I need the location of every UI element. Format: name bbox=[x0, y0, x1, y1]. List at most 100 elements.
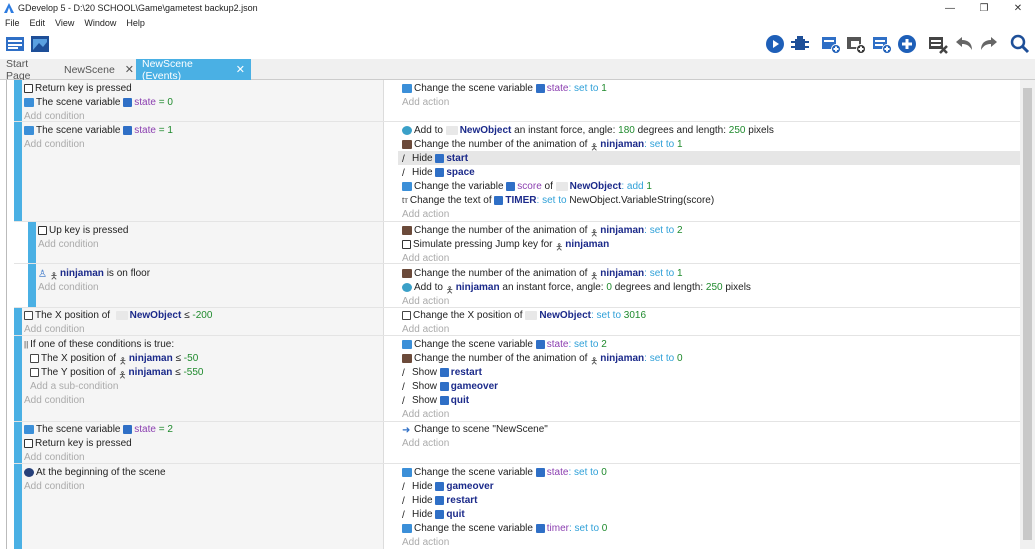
search-button[interactable] bbox=[1009, 33, 1031, 55]
debugger-button[interactable] bbox=[789, 33, 811, 55]
tab-newscene-events[interactable]: NewScene (Events) ✕ bbox=[136, 58, 251, 82]
action[interactable]: / Show quit bbox=[402, 393, 469, 407]
close-tab-icon[interactable]: ✕ bbox=[236, 63, 245, 76]
menu-file[interactable]: File bbox=[0, 18, 25, 28]
event-4-subevent[interactable]: ♙ 🯅 ninjaman is on floor Add condition Cha… bbox=[14, 264, 1034, 308]
add-event-button[interactable] bbox=[820, 33, 842, 55]
keyboard-icon bbox=[24, 83, 33, 93]
condition[interactable]: The scene variable state = 1 bbox=[24, 123, 173, 137]
close-button[interactable]: ✕ bbox=[1001, 0, 1035, 16]
add-comment-button[interactable] bbox=[871, 33, 893, 55]
add-action-button[interactable]: Add action bbox=[402, 95, 449, 109]
event-3-subevent[interactable]: Up key is pressed Add condition Change t… bbox=[14, 222, 1034, 265]
action[interactable]: / Show restart bbox=[402, 365, 482, 379]
action[interactable]: ➜ Change to scene "NewScene" bbox=[402, 422, 548, 436]
add-condition-button[interactable]: Add condition bbox=[38, 237, 99, 251]
or-condition[interactable]: || If one of these conditions is true: bbox=[24, 337, 174, 351]
action[interactable]: Change the scene variable state: set to … bbox=[402, 337, 607, 351]
add-action-button[interactable]: Add action bbox=[402, 535, 449, 549]
event-bar[interactable] bbox=[14, 122, 22, 221]
event-2[interactable]: The scene variable state = 1 Add conditi… bbox=[14, 122, 1034, 222]
event-bar[interactable] bbox=[28, 264, 36, 307]
add-other-button[interactable] bbox=[896, 33, 918, 55]
add-condition-button[interactable]: Add condition bbox=[24, 109, 85, 123]
add-action-button[interactable]: Add action bbox=[402, 436, 449, 450]
action[interactable]: Simulate pressing Jump key for 🯅 ninjaman bbox=[402, 237, 609, 252]
action[interactable]: Change the number of the animation of 🯅 n… bbox=[402, 223, 683, 238]
tab-newscene[interactable]: NewScene ✕ bbox=[58, 59, 136, 80]
menu-edit[interactable]: Edit bbox=[25, 18, 51, 28]
action[interactable]: / Show gameover bbox=[402, 379, 498, 393]
action[interactable]: Change the number of the animation of 🯅 n… bbox=[402, 137, 683, 152]
event-bar[interactable] bbox=[14, 80, 22, 121]
menu-view[interactable]: View bbox=[50, 18, 79, 28]
sub-condition[interactable]: The X position of 🯅 ninjaman ≤ -50 bbox=[30, 351, 198, 366]
condition[interactable]: Return key is pressed bbox=[24, 436, 132, 450]
add-condition-button[interactable]: Add condition bbox=[24, 137, 85, 151]
or-icon: || bbox=[24, 339, 29, 349]
event-bar[interactable] bbox=[28, 222, 36, 263]
event-7[interactable]: The scene variable state = 2 Return key … bbox=[14, 422, 1034, 464]
condition[interactable]: At the beginning of the scene bbox=[24, 465, 166, 479]
action[interactable]: / Hide quit bbox=[402, 507, 465, 521]
add-action-button[interactable]: Add action bbox=[402, 251, 449, 265]
action[interactable]: / Hide restart bbox=[402, 493, 478, 507]
close-tab-icon[interactable]: ✕ bbox=[125, 63, 134, 76]
add-action-button[interactable]: Add action bbox=[402, 322, 449, 336]
action[interactable]: Change the number of the animation of 🯅 n… bbox=[402, 266, 683, 281]
undo-button[interactable] bbox=[953, 33, 975, 55]
add-condition-button[interactable]: Add condition bbox=[24, 479, 85, 493]
add-action-button[interactable]: Add action bbox=[402, 207, 449, 221]
position-icon bbox=[402, 310, 411, 320]
condition[interactable]: The X position of NewObject ≤ -200 bbox=[24, 308, 212, 322]
event-5[interactable]: The X position of NewObject ≤ -200 Add c… bbox=[14, 308, 1034, 336]
menu-help[interactable]: Help bbox=[121, 18, 150, 28]
action-selected[interactable]: / Hide start bbox=[398, 151, 1030, 165]
event-6[interactable]: || If one of these conditions is true: Th… bbox=[14, 336, 1034, 422]
preview-button[interactable] bbox=[764, 33, 786, 55]
event-8[interactable]: At the beginning of the scene Add condit… bbox=[14, 464, 1034, 549]
project-manager-button[interactable] bbox=[4, 33, 26, 55]
action[interactable]: Change the scene variable state: set to … bbox=[402, 465, 607, 479]
action[interactable]: Change the scene variable state: set to … bbox=[402, 81, 607, 95]
delete-button[interactable] bbox=[927, 33, 949, 55]
restore-button[interactable]: ❐ bbox=[967, 0, 1001, 16]
tab-start-page[interactable]: Start Page bbox=[0, 58, 58, 82]
scene-editor-button[interactable] bbox=[29, 33, 51, 55]
event-bar[interactable] bbox=[14, 464, 22, 549]
redo-button[interactable] bbox=[978, 33, 1000, 55]
condition[interactable]: Up key is pressed bbox=[38, 223, 128, 237]
add-subcondition-button[interactable]: Add a sub-condition bbox=[30, 379, 118, 393]
add-condition-button[interactable]: Add condition bbox=[24, 450, 85, 464]
menu-window[interactable]: Window bbox=[79, 18, 121, 28]
condition[interactable]: ♙ 🯅 ninjaman is on floor bbox=[38, 266, 150, 281]
condition[interactable]: Return key is pressed bbox=[24, 81, 132, 95]
event-bar[interactable] bbox=[14, 308, 22, 335]
variable-icon bbox=[402, 181, 412, 191]
action[interactable]: / Hide space bbox=[402, 165, 475, 179]
sub-condition[interactable]: The Y position of 🯅 ninjaman ≤ -550 bbox=[30, 365, 203, 380]
add-condition-button[interactable]: Add condition bbox=[24, 322, 85, 336]
vertical-scrollbar[interactable] bbox=[1020, 80, 1035, 549]
action[interactable]: Change the scene variable timer: set to … bbox=[402, 521, 607, 535]
event-bar[interactable] bbox=[14, 422, 22, 463]
condition[interactable]: The scene variable state = 0 bbox=[24, 95, 173, 109]
add-condition-button[interactable]: Add condition bbox=[38, 280, 99, 294]
add-action-button[interactable]: Add action bbox=[402, 294, 449, 308]
add-action-button[interactable]: Add action bbox=[402, 407, 449, 421]
action[interactable]: tт Change the text of TIMER: set to NewOb… bbox=[402, 193, 714, 207]
scene-start-icon bbox=[24, 467, 34, 477]
minimize-button[interactable]: — bbox=[933, 0, 967, 16]
event-1[interactable]: Return key is pressed The scene variable… bbox=[14, 80, 1034, 123]
scrollbar-thumb[interactable] bbox=[1023, 88, 1032, 540]
add-condition-button[interactable]: Add condition bbox=[24, 393, 85, 407]
condition[interactable]: The scene variable state = 2 bbox=[24, 422, 173, 436]
action[interactable]: Change the X position of NewObject: set … bbox=[402, 308, 646, 322]
action[interactable]: Add to NewObject an instant force, angle… bbox=[402, 123, 774, 137]
add-subevent-button[interactable] bbox=[845, 33, 867, 55]
action[interactable]: / Hide gameover bbox=[402, 479, 494, 493]
action[interactable]: Change the variable score of NewObject: … bbox=[402, 179, 652, 193]
event-bar[interactable] bbox=[14, 336, 22, 421]
action[interactable]: Change the number of the animation of 🯅 n… bbox=[402, 351, 683, 366]
action[interactable]: Add to 🯅 ninjaman an instant force, angle… bbox=[402, 280, 751, 295]
